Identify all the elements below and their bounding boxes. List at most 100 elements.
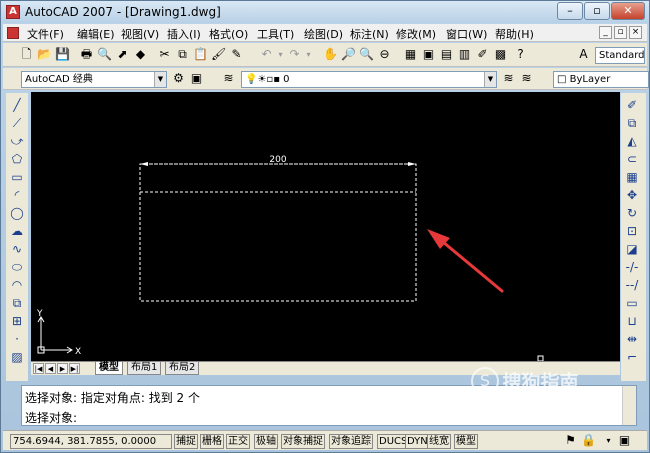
prev-tab-icon[interactable]: ◀ xyxy=(45,363,56,374)
ellipse-icon[interactable]: ⬭ xyxy=(9,259,25,275)
spline-icon[interactable]: ∿ xyxy=(9,241,25,257)
help-icon[interactable]: ? xyxy=(513,47,528,62)
paste-icon[interactable]: 📋 xyxy=(193,47,208,62)
zoom-previous-icon[interactable]: ⊖ xyxy=(377,47,392,62)
copy-icon[interactable]: ⧉ xyxy=(175,47,190,62)
construction-line-icon[interactable]: ⟋ xyxy=(9,115,25,131)
match-properties-icon[interactable]: 🖌 xyxy=(211,47,226,62)
chamfer-icon[interactable]: ⇹ xyxy=(624,331,640,347)
menu-modify[interactable]: 修改(M) xyxy=(396,26,436,42)
menu-tools[interactable]: 工具(T) xyxy=(257,26,294,42)
next-tab-icon[interactable]: ▶ xyxy=(57,363,68,374)
doc-close-button[interactable]: × xyxy=(629,26,642,39)
layer-previous-icon[interactable]: ≋ xyxy=(519,71,534,86)
polar-toggle[interactable]: 极轴 xyxy=(254,434,278,449)
print-preview-icon[interactable]: 🔍 xyxy=(97,47,112,62)
line-icon[interactable]: ╱ xyxy=(9,97,25,113)
tab-layout2[interactable]: 布局2 xyxy=(165,362,200,375)
sheet-set-icon[interactable]: ▥ xyxy=(457,47,472,62)
selected-rectangle[interactable] xyxy=(139,163,417,302)
undo-dropdown-icon[interactable]: ▾ xyxy=(273,47,288,62)
break-icon[interactable]: ▭ xyxy=(624,295,640,311)
polygon-icon[interactable]: ⬠ xyxy=(9,151,25,167)
point-icon[interactable]: · xyxy=(9,331,25,347)
design-center-icon[interactable]: ▣ xyxy=(421,47,436,62)
make-block-icon[interactable]: ⊞ xyxy=(9,313,25,329)
mirror-icon[interactable]: ◭ xyxy=(624,133,640,149)
my-workspace-icon[interactable]: ▣ xyxy=(189,71,204,86)
tab-layout1[interactable]: 布局1 xyxy=(127,362,162,375)
move-icon[interactable]: ✥ xyxy=(624,187,640,203)
last-tab-icon[interactable]: ▶| xyxy=(69,363,80,374)
maximize-button[interactable]: ▫ xyxy=(584,2,610,20)
publish-icon[interactable]: ⬈ xyxy=(115,47,130,62)
ortho-toggle[interactable]: 正交 xyxy=(226,434,250,449)
calculator-icon[interactable]: ▩ xyxy=(493,47,508,62)
close-button[interactable]: ✕ xyxy=(611,2,645,20)
model-toggle[interactable]: 模型 xyxy=(454,434,478,449)
block-editor-icon[interactable]: ✎ xyxy=(229,47,244,62)
extend-icon[interactable]: --/ xyxy=(624,277,640,293)
communication-center-icon[interactable]: ⚑ xyxy=(563,433,578,448)
snap-toggle[interactable]: 捕捉 xyxy=(174,434,198,449)
command-prompt[interactable]: 选择对象: xyxy=(25,409,77,426)
first-tab-icon[interactable]: |◀ xyxy=(33,363,44,374)
menu-edit[interactable]: 编辑(E) xyxy=(77,26,115,42)
zoom-window-icon[interactable]: 🔍 xyxy=(359,47,374,62)
join-icon[interactable]: ⊔ xyxy=(624,313,640,329)
properties-icon[interactable]: ▦ xyxy=(403,47,418,62)
workspace-settings-icon[interactable]: ⚙ xyxy=(171,71,186,86)
grid-toggle[interactable]: 栅格 xyxy=(200,434,224,449)
insert-block-icon[interactable]: ⧉ xyxy=(9,295,25,311)
offset-icon[interactable]: ⊂ xyxy=(624,151,640,167)
stretch-icon[interactable]: ◪ xyxy=(624,241,640,257)
workspace-select[interactable]: AutoCAD 经典 ▼ xyxy=(21,71,167,88)
hatch-icon[interactable]: ▨ xyxy=(9,349,25,365)
lineweight-toggle[interactable]: 线宽 xyxy=(427,434,451,449)
zoom-realtime-icon[interactable]: 🔎 xyxy=(341,47,356,62)
new-icon[interactable]: 🗋 xyxy=(19,47,34,62)
doc-minimize-button[interactable]: _ xyxy=(599,26,612,39)
coordinate-readout[interactable]: 754.6944, 381.7855, 0.0000 xyxy=(10,434,172,449)
menu-view[interactable]: 视图(V) xyxy=(121,26,159,42)
text-style-icon[interactable]: A xyxy=(576,47,591,62)
layer-select[interactable]: 💡☀▫▪ 0 ▼ xyxy=(241,71,497,88)
menu-dimension[interactable]: 标注(N) xyxy=(350,26,389,42)
drawing-canvas[interactable]: 200 Y X xyxy=(31,92,620,362)
revcloud-icon[interactable]: ☁ xyxy=(9,223,25,239)
osnap-toggle[interactable]: 对象捕捉 xyxy=(281,434,325,449)
save-icon[interactable]: 💾 xyxy=(55,47,70,62)
3d-dwf-icon[interactable]: ◆ xyxy=(133,47,148,62)
scale-icon[interactable]: ⊡ xyxy=(624,223,640,239)
redo-dropdown-icon[interactable]: ▾ xyxy=(301,47,316,62)
polyline-icon[interactable]: ⤻ xyxy=(9,133,25,149)
color-select[interactable]: □ ByLayer xyxy=(553,71,649,88)
lock-icon[interactable]: 🔒 xyxy=(581,433,596,448)
arc-icon[interactable]: ◜ xyxy=(9,187,25,203)
status-menu-icon[interactable]: ▾ xyxy=(601,433,616,448)
minimize-button[interactable]: – xyxy=(557,2,583,20)
array-icon[interactable]: ▦ xyxy=(624,169,640,185)
erase-icon[interactable]: ✐ xyxy=(624,97,640,113)
menu-file[interactable]: 文件(F) xyxy=(27,26,64,42)
open-icon[interactable]: 📂 xyxy=(37,47,52,62)
command-scrollbar[interactable] xyxy=(622,386,636,425)
layer-manager-icon[interactable]: ≋ xyxy=(221,71,236,86)
tab-model[interactable]: 模型 xyxy=(95,362,123,375)
menu-draw[interactable]: 绘图(D) xyxy=(304,26,343,42)
pan-icon[interactable]: ✋ xyxy=(323,47,338,62)
rotate-icon[interactable]: ↻ xyxy=(624,205,640,221)
tool-palettes-icon[interactable]: ▤ xyxy=(439,47,454,62)
markup-icon[interactable]: ✐ xyxy=(475,47,490,62)
drawing-doc-icon[interactable] xyxy=(7,27,19,39)
menu-format[interactable]: 格式(O) xyxy=(209,26,248,42)
ellipse-arc-icon[interactable]: ◠ xyxy=(9,277,25,293)
menu-help[interactable]: 帮助(H) xyxy=(495,26,534,42)
dimension-text[interactable]: 200 xyxy=(269,155,286,165)
make-current-layer-icon[interactable]: ≋ xyxy=(501,71,516,86)
doc-restore-button[interactable]: ▫ xyxy=(614,26,627,39)
cut-icon[interactable]: ✂ xyxy=(157,47,172,62)
menu-window[interactable]: 窗口(W) xyxy=(446,26,487,42)
undo-icon[interactable]: ↶ xyxy=(259,47,274,62)
redo-icon[interactable]: ↷ xyxy=(287,47,302,62)
